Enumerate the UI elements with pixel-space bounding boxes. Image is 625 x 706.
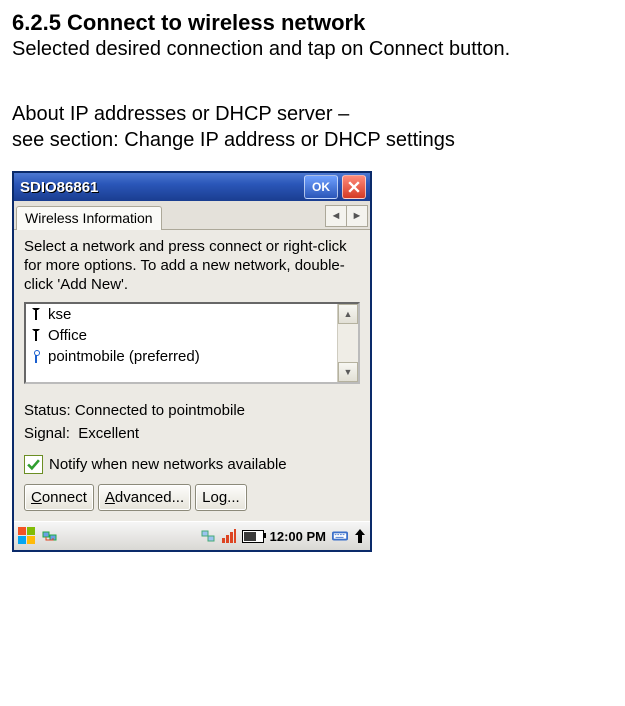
- ok-button[interactable]: OK: [304, 175, 338, 199]
- network-name: kse: [48, 306, 71, 323]
- tab-scroll-right[interactable]: ►: [347, 205, 368, 227]
- battery-tray-icon[interactable]: [242, 530, 264, 543]
- input-panel-toggle-icon[interactable]: [354, 529, 366, 543]
- keyboard-tray-icon[interactable]: [332, 528, 348, 544]
- connect-button[interactable]: Connect: [24, 484, 94, 511]
- notify-label: Notify when new networks available: [49, 456, 287, 473]
- close-icon: [348, 181, 360, 193]
- status-value: Connected to pointmobile: [75, 402, 245, 419]
- scroll-up-button[interactable]: ▲: [338, 304, 358, 324]
- close-button[interactable]: [342, 175, 366, 199]
- advanced-button[interactable]: Advanced...: [98, 484, 191, 511]
- ip-note: About IP addresses or DHCP server – see …: [12, 101, 613, 153]
- antenna-icon: [30, 329, 42, 343]
- titlebar: SDIO86861 OK: [14, 173, 370, 201]
- list-item[interactable]: pointmobile (preferred): [26, 346, 337, 367]
- antenna-icon: [30, 308, 42, 322]
- list-item[interactable]: Office: [26, 325, 337, 346]
- tab-wireless-information[interactable]: Wireless Information: [16, 206, 162, 230]
- button-row: Connect Advanced... Log...: [24, 482, 360, 517]
- btn-text: Lo: [202, 489, 219, 506]
- ip-note-line1: About IP addresses or DHCP server –: [12, 103, 349, 125]
- taskbar-clock[interactable]: 12:00 PM: [270, 529, 326, 544]
- help-text: Select a network and press connect or ri…: [24, 238, 360, 294]
- scroll-track[interactable]: [338, 324, 358, 362]
- signal-label: Signal:: [24, 425, 70, 442]
- log-button[interactable]: Log...: [195, 484, 247, 511]
- network-list[interactable]: kse Office pointmobile (preferred) ▲ ▼: [24, 302, 360, 384]
- notify-row: Notify when new networks available: [24, 455, 360, 474]
- ip-note-line2: see section: Change IP address or DHCP s…: [12, 129, 455, 151]
- connection-tray-icon[interactable]: [200, 528, 216, 544]
- notify-checkbox[interactable]: [24, 455, 43, 474]
- section-instruction: Selected desired connection and tap on C…: [12, 38, 613, 61]
- section-heading: 6.2.5 Connect to wireless network: [12, 10, 613, 36]
- network-list-inner: kse Office pointmobile (preferred): [26, 304, 337, 382]
- btn-text: dvanced...: [115, 489, 184, 506]
- signal-tray-icon[interactable]: [222, 529, 236, 543]
- checkmark-icon: [27, 458, 40, 471]
- btn-text: onnect: [42, 489, 87, 506]
- start-button[interactable]: [18, 527, 36, 545]
- status-block: Status: Connected to pointmobile Signal:…: [24, 400, 360, 445]
- tab-panel: Select a network and press connect or ri…: [14, 230, 370, 521]
- network-tray-icon[interactable]: [42, 528, 58, 544]
- tab-strip: Wireless Information ◄ ►: [14, 201, 370, 230]
- network-name: pointmobile (preferred): [48, 348, 200, 365]
- taskbar: 12:00 PM: [14, 521, 370, 550]
- scroll-down-button[interactable]: ▼: [338, 362, 358, 382]
- status-label: Status:: [24, 402, 71, 419]
- list-scrollbar[interactable]: ▲ ▼: [337, 304, 358, 382]
- preferred-network-icon: [30, 350, 42, 364]
- tab-scroll-left[interactable]: ◄: [325, 205, 347, 227]
- window-title: SDIO86861: [18, 179, 300, 196]
- device-screenshot: SDIO86861 OK Wireless Information ◄ ► Se…: [12, 171, 372, 552]
- network-name: Office: [48, 327, 87, 344]
- list-item[interactable]: kse: [26, 304, 337, 325]
- signal-value: Excellent: [78, 425, 139, 442]
- tab-scroll-controls: ◄ ►: [325, 205, 370, 229]
